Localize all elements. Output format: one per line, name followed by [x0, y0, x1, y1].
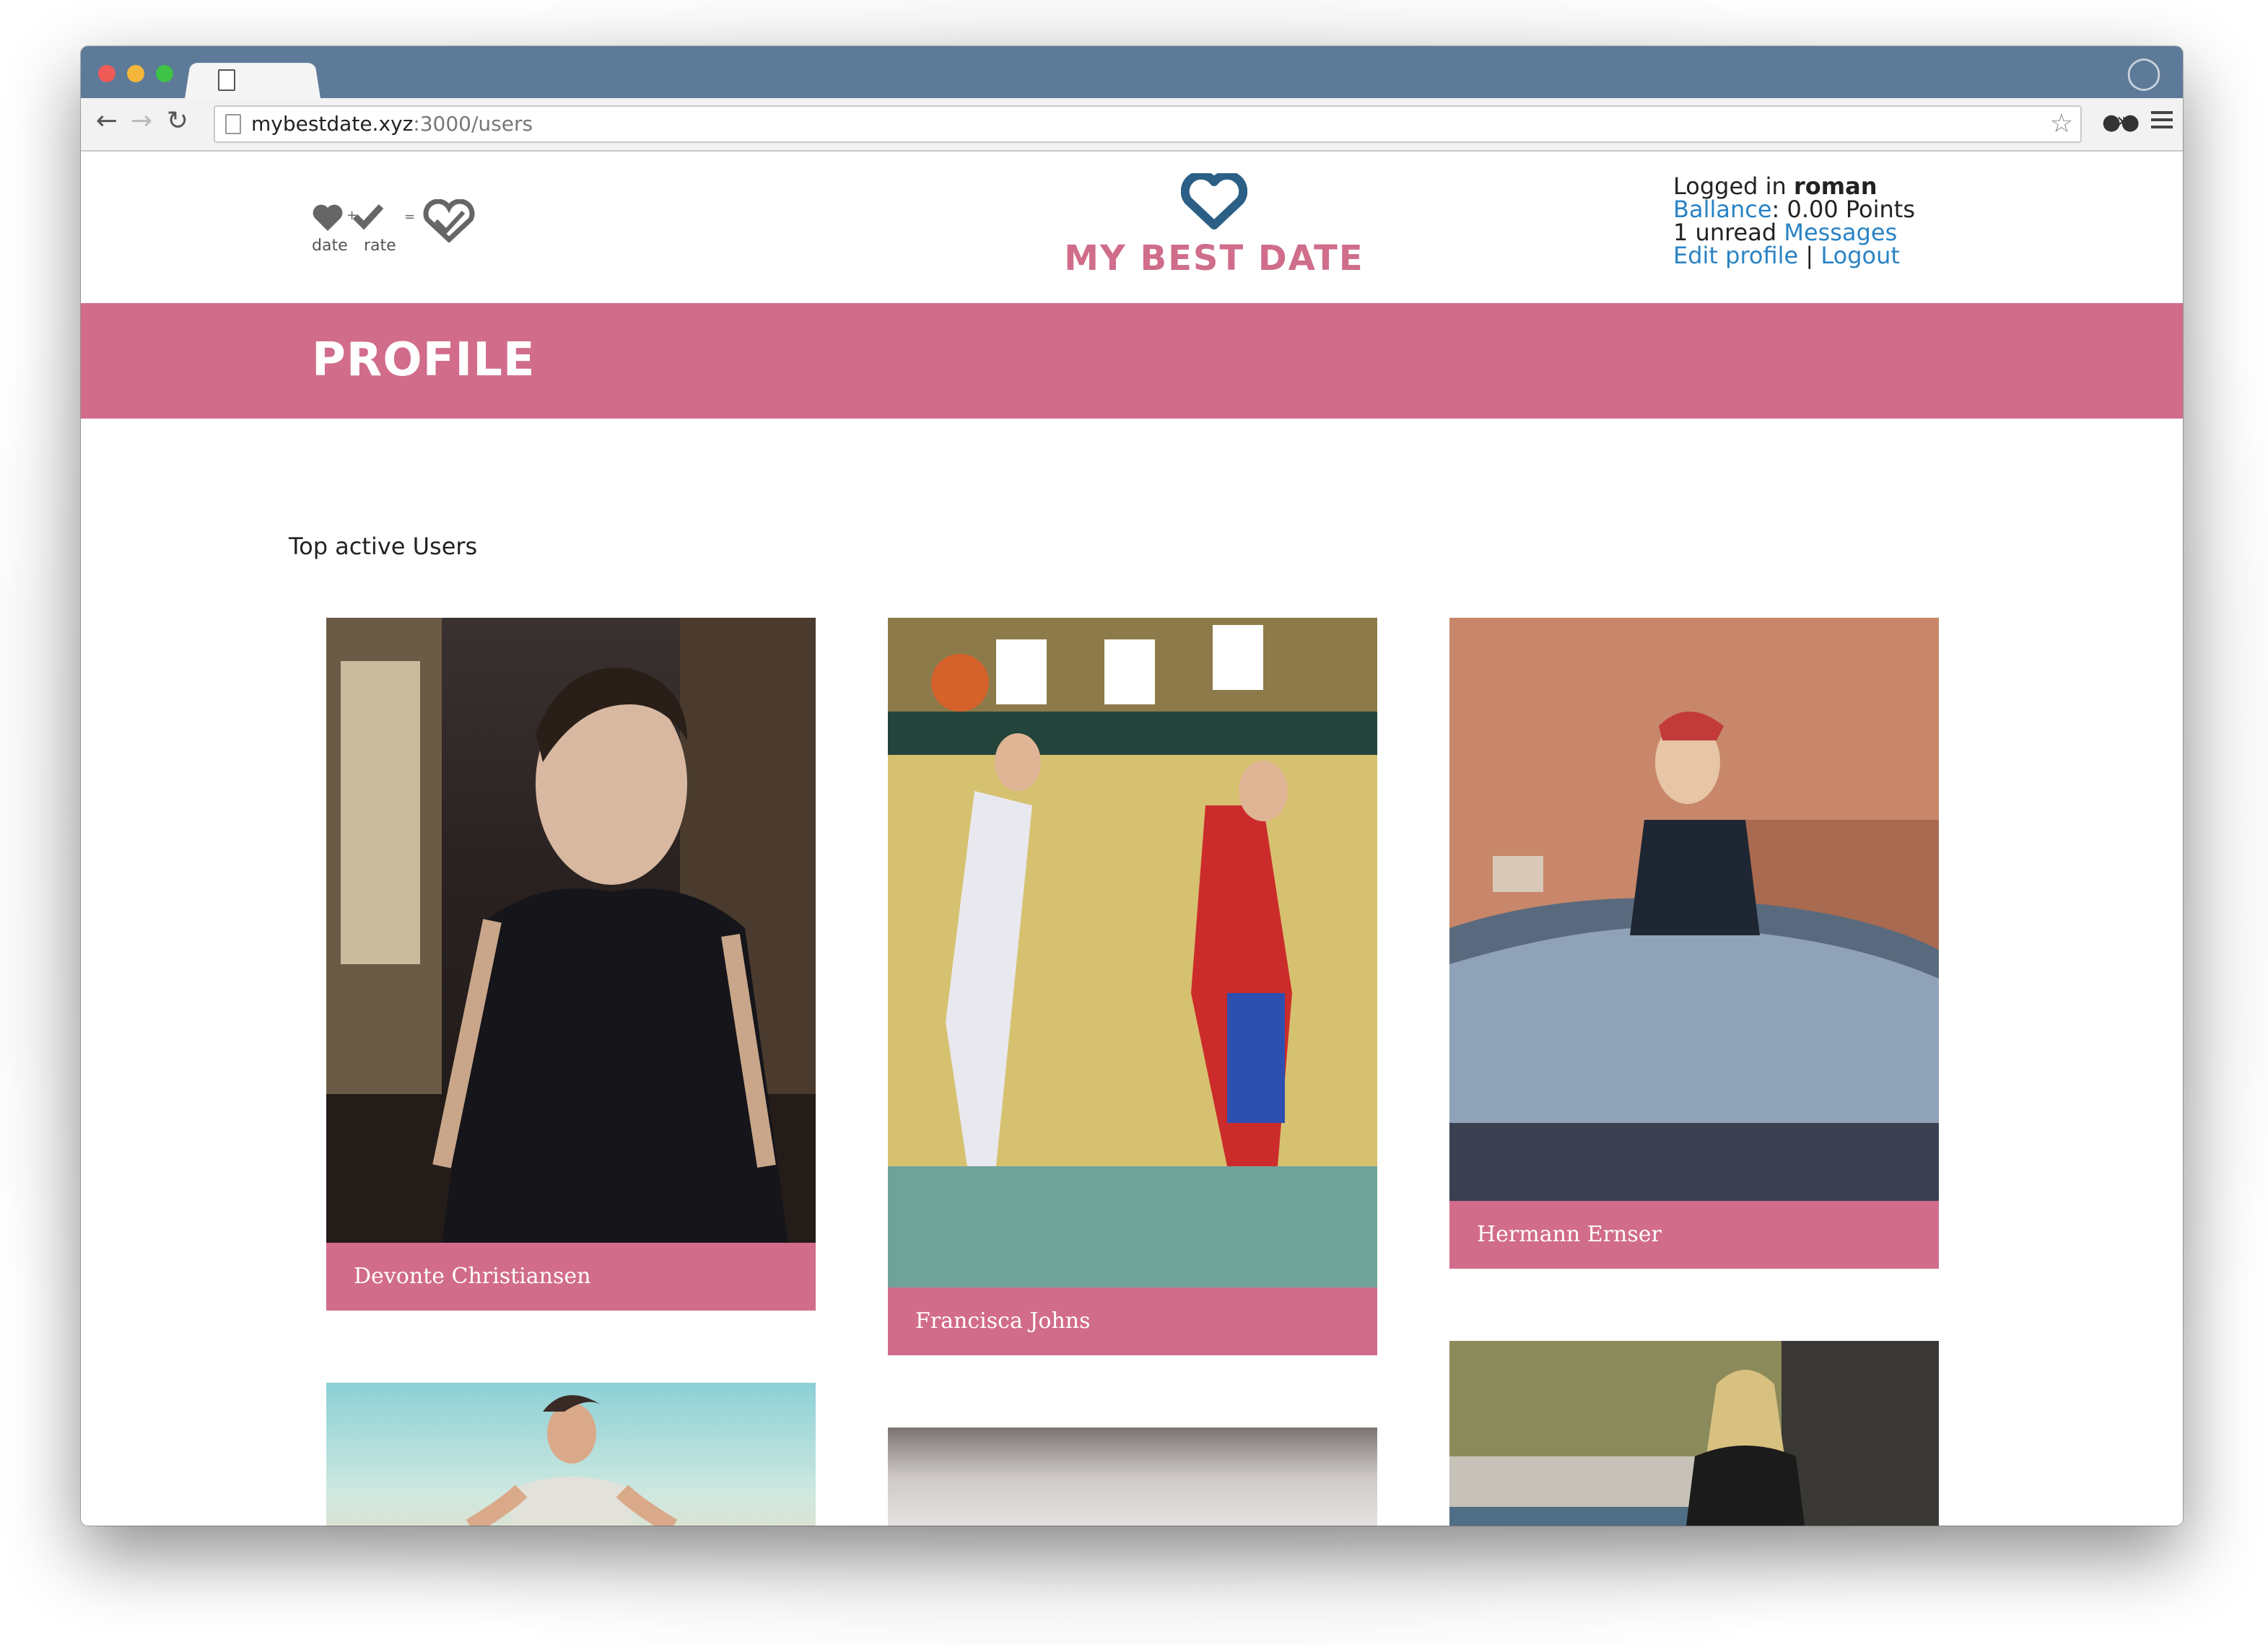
title-bar: ◯	[81, 46, 2183, 99]
user-photo[interactable]	[1449, 618, 1939, 1201]
user-photo-illustration	[1449, 1341, 1939, 1526]
user-name[interactable]: Devonte Christiansen	[326, 1243, 816, 1311]
account-links: Edit profile | Logout	[1673, 244, 1915, 267]
user-photo[interactable]	[888, 1427, 1377, 1526]
user-info: Logged in roman Ballance: 0.00 Points 1 …	[1673, 175, 1915, 267]
page-icon	[225, 114, 241, 134]
logo-rate-label: rate	[364, 237, 396, 255]
balance-line: Ballance: 0.00 Points	[1673, 198, 1915, 221]
zoom-window-button[interactable]	[156, 65, 173, 82]
back-arrow-icon[interactable]: ←	[91, 105, 123, 137]
forward-arrow-icon[interactable]: →	[126, 105, 157, 137]
user-card[interactable]	[326, 1383, 816, 1526]
logo-equals: =	[404, 209, 415, 224]
browser-window: ◯ ← → ↻ mybestdate.xyz:3000/users ☆ ●● »…	[81, 46, 2183, 1526]
incognito-icon: ◯	[2126, 54, 2162, 91]
user-photo[interactable]	[326, 1383, 816, 1526]
user-photo[interactable]	[1449, 1341, 1939, 1526]
heart-icon	[1180, 170, 1248, 229]
logo-icons: + =	[313, 198, 475, 243]
address-bar[interactable]: mybestdate.xyz:3000/users ☆	[214, 105, 2082, 143]
logged-in-line: Logged in roman	[1673, 175, 1915, 198]
user-card[interactable]: Devonte Christiansen	[326, 618, 816, 1311]
url-text: mybestdate.xyz:3000/users	[251, 107, 533, 141]
user-card[interactable]	[888, 1427, 1377, 1526]
minimize-window-button[interactable]	[127, 65, 144, 82]
brand-title: MY BEST DATE	[1064, 238, 1364, 279]
brand-logo[interactable]: MY BEST DATE	[1048, 170, 1380, 279]
url-path: :3000/users	[413, 112, 533, 136]
browser-menu-icon[interactable]	[2151, 107, 2173, 133]
user-card[interactable]: Francisca Johns	[888, 618, 1377, 1355]
web-page: + = date rate MY BEST DATE Logged in rom…	[81, 152, 2183, 1526]
logo-date-label: date	[312, 237, 348, 255]
user-photo[interactable]	[326, 618, 816, 1243]
user-card[interactable]	[1449, 1341, 1939, 1526]
browser-tab-active[interactable]	[184, 63, 321, 99]
browser-toolbar: ← → ↻ mybestdate.xyz:3000/users ☆ ●● »	[81, 98, 2183, 152]
messages-line: 1 unread Messages	[1673, 221, 1915, 244]
page-title: PROFILE	[312, 333, 536, 387]
logout-link[interactable]: Logout	[1820, 242, 1900, 269]
user-photo-illustration	[1449, 618, 1939, 1201]
user-photo[interactable]	[888, 618, 1377, 1287]
date-rate-logo[interactable]: + = date rate	[312, 198, 485, 257]
top-users-heading: Top active Users	[289, 533, 478, 560]
user-photo-illustration	[888, 618, 1377, 1287]
user-photo-illustration	[326, 618, 816, 1243]
user-card[interactable]: Hermann Ernser	[1449, 618, 1939, 1269]
user-photo-illustration	[466, 1395, 678, 1526]
url-host: mybestdate.xyz	[251, 112, 414, 136]
reload-icon[interactable]: ↻	[162, 105, 193, 137]
bookmark-star-icon[interactable]: ☆	[2050, 108, 2073, 140]
link-separator: |	[1805, 242, 1814, 269]
page-icon	[218, 69, 235, 91]
page-banner: PROFILE	[81, 303, 2183, 419]
site-header: + = date rate MY BEST DATE Logged in rom…	[81, 152, 2183, 303]
extensions-overflow-icon[interactable]: »	[2116, 108, 2129, 134]
user-name[interactable]: Francisca Johns	[888, 1287, 1377, 1355]
edit-profile-link[interactable]: Edit profile	[1673, 242, 1798, 269]
user-name[interactable]: Hermann Ernser	[1449, 1201, 1939, 1269]
close-window-button[interactable]	[98, 65, 115, 82]
